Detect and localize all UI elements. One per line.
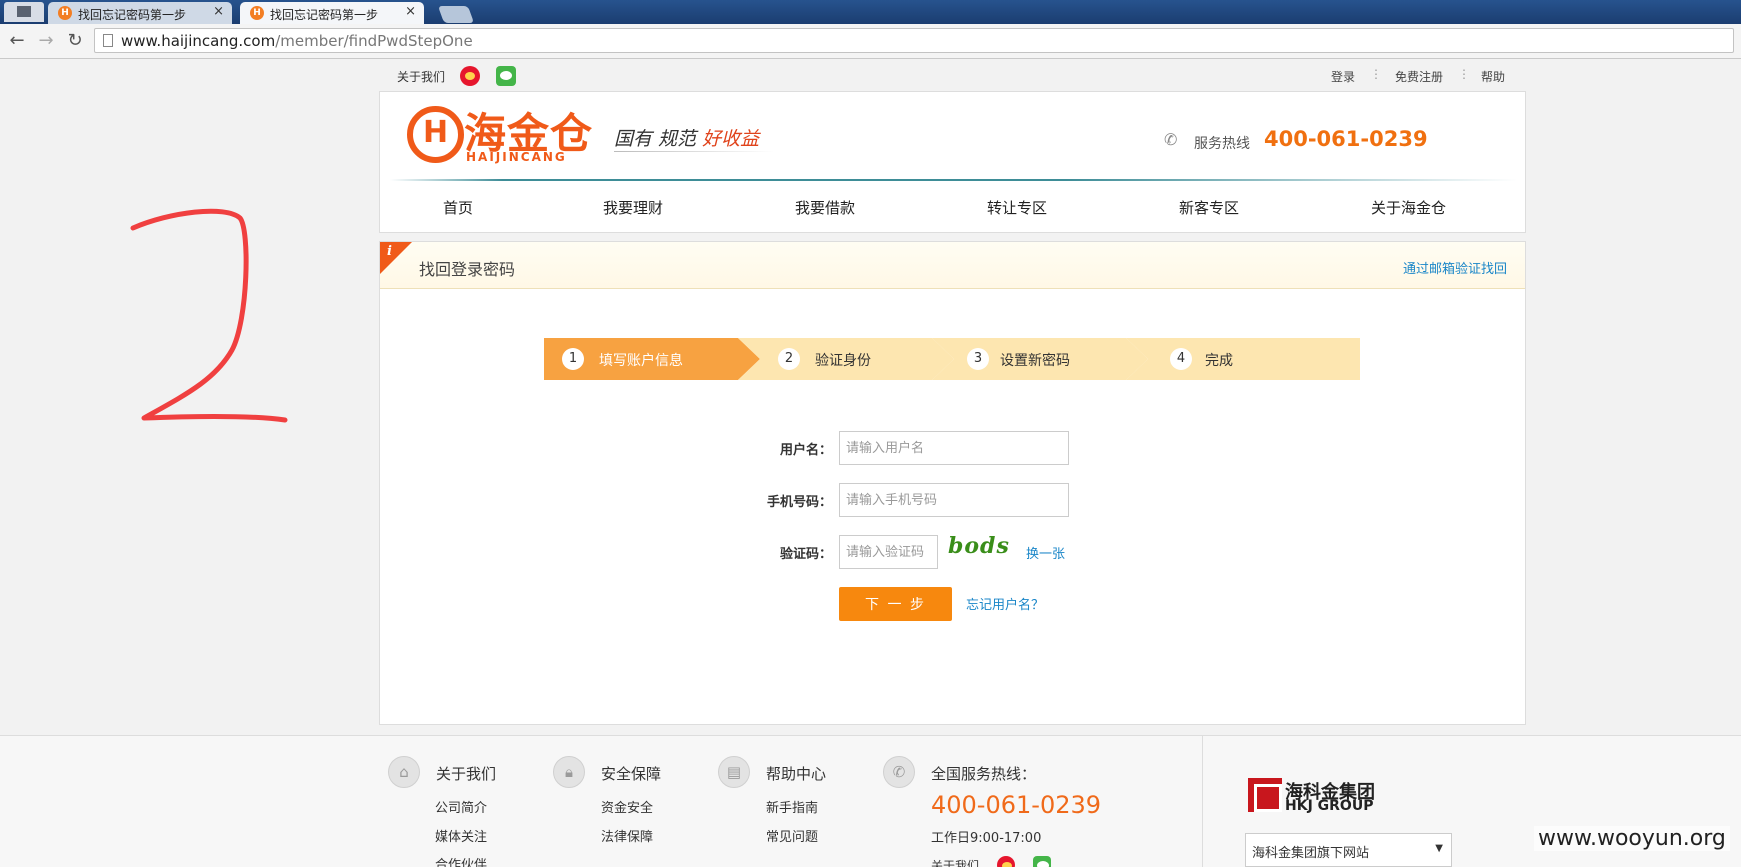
annotation-scrawl-2: 2 [130,208,288,423]
watermark-text: www.wooyun.org [1534,826,1730,851]
